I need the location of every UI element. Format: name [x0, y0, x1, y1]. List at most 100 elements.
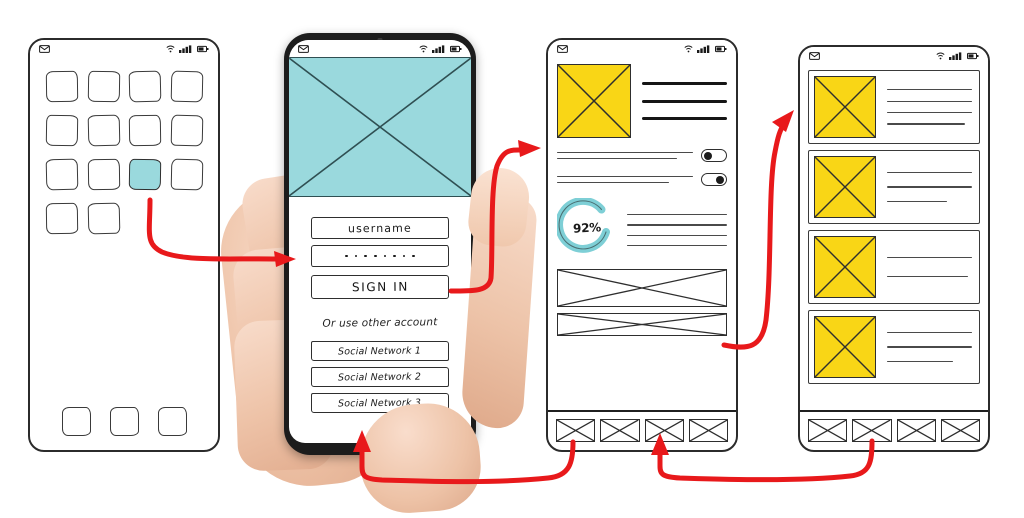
app-icon[interactable]	[87, 202, 120, 235]
nav-tab[interactable]	[556, 419, 596, 442]
list-item-text-lines	[885, 156, 974, 218]
list-item-thumbnail	[814, 76, 876, 138]
nav-icon	[898, 420, 935, 441]
dock-icon[interactable]	[157, 407, 187, 436]
text-line	[887, 112, 972, 114]
image-placeholder-cross-icon	[815, 157, 875, 217]
signin-button-label: SIGN IN	[351, 279, 409, 295]
nav-tab[interactable]	[940, 419, 980, 442]
dashboard-banner[interactable]	[557, 313, 727, 336]
progress-ring-label: 92%	[572, 220, 602, 236]
screen-dashboard[interactable]: 92%	[546, 38, 738, 452]
envelope-icon	[557, 44, 568, 53]
list-body	[800, 64, 988, 410]
password-input[interactable]	[311, 245, 449, 267]
app-icon[interactable]	[45, 158, 78, 191]
app-icon[interactable]	[87, 70, 120, 103]
app-icon[interactable]	[170, 158, 203, 191]
toggle-switch-off[interactable]	[701, 149, 727, 162]
text-line	[642, 82, 727, 86]
app-icon[interactable]	[128, 114, 161, 147]
phone-device: username SIGN IN Or use other account So	[284, 33, 476, 455]
username-input[interactable]: username	[311, 217, 449, 239]
text-line	[887, 275, 968, 278]
app-icon[interactable]	[128, 70, 161, 103]
screen-login[interactable]: username SIGN IN Or use other account So	[289, 40, 471, 443]
app-icon[interactable]	[45, 114, 78, 147]
status-bar	[289, 40, 471, 57]
status-bar-left	[557, 44, 568, 53]
status-bar	[800, 47, 988, 64]
status-bar-right	[936, 51, 979, 60]
envelope-icon	[298, 44, 309, 53]
app-icon[interactable]	[170, 70, 203, 103]
toggle-label-lines	[557, 175, 693, 184]
settings-toggle-row[interactable]	[557, 173, 727, 186]
text-line	[887, 360, 954, 363]
other-account-label: Or use other account	[322, 316, 438, 330]
social-network-1-button[interactable]: Social Network 1	[311, 341, 449, 361]
dock-icon[interactable]	[61, 407, 91, 436]
app-icon[interactable]	[45, 202, 78, 235]
app-icon[interactable]	[170, 114, 203, 147]
screen-home[interactable]	[28, 38, 220, 452]
username-input-label: username	[348, 221, 412, 235]
progress-ring: 92%	[555, 196, 617, 258]
home-body	[30, 57, 218, 450]
app-icon-grid	[45, 70, 203, 235]
text-line	[627, 213, 727, 216]
list-item[interactable]	[808, 310, 980, 384]
list-item-text-lines	[885, 316, 974, 378]
wifi-icon	[684, 45, 693, 52]
nav-icon	[646, 420, 683, 441]
bottom-nav-bar	[800, 410, 988, 450]
image-placeholder-cross-icon	[558, 314, 726, 335]
text-line	[887, 346, 972, 348]
nav-tab[interactable]	[896, 419, 936, 442]
battery-icon	[967, 52, 979, 59]
progress-section: 92%	[555, 196, 727, 258]
dashboard-title-lines	[642, 64, 727, 138]
dock-icon[interactable]	[109, 407, 139, 436]
nav-tab[interactable]	[644, 419, 684, 442]
list-item-text-lines	[885, 236, 974, 298]
text-line	[557, 151, 693, 153]
nav-icon	[601, 420, 638, 441]
list-item[interactable]	[808, 70, 980, 144]
list-item[interactable]	[808, 230, 980, 304]
dashboard-body: 92%	[548, 57, 736, 410]
nav-icon	[690, 420, 727, 441]
nav-tab[interactable]	[600, 419, 640, 442]
dashboard-banner[interactable]	[557, 269, 727, 307]
status-bar-right	[419, 44, 462, 53]
text-line	[627, 224, 727, 226]
text-line	[557, 175, 693, 177]
battery-icon	[715, 45, 727, 52]
toggle-knob	[704, 151, 713, 160]
screen-list[interactable]	[798, 45, 990, 452]
nav-tab[interactable]	[808, 419, 848, 442]
nav-tab[interactable]	[688, 419, 728, 442]
text-line	[557, 158, 677, 160]
text-line	[627, 234, 727, 236]
list-item-thumbnail	[814, 156, 876, 218]
status-bar-right	[684, 44, 727, 53]
dashboard-header	[557, 64, 727, 138]
social-network-2-button[interactable]: Social Network 2	[311, 367, 449, 387]
app-icon-highlighted[interactable]	[128, 158, 161, 191]
image-placeholder-cross-icon	[815, 317, 875, 377]
image-placeholder-cross-icon	[558, 65, 630, 137]
list-item[interactable]	[808, 150, 980, 224]
app-icon[interactable]	[87, 158, 120, 191]
settings-toggle-row[interactable]	[557, 149, 727, 162]
status-bar-left	[39, 44, 50, 53]
nav-tab[interactable]	[852, 419, 892, 442]
hero-image-placeholder	[289, 57, 471, 197]
app-icon[interactable]	[45, 70, 78, 103]
app-icon[interactable]	[87, 114, 120, 147]
toggle-switch-on[interactable]	[701, 173, 727, 186]
text-line	[887, 171, 972, 174]
envelope-icon	[39, 44, 50, 53]
signin-button[interactable]: SIGN IN	[311, 275, 449, 299]
password-masked-value	[345, 254, 415, 258]
